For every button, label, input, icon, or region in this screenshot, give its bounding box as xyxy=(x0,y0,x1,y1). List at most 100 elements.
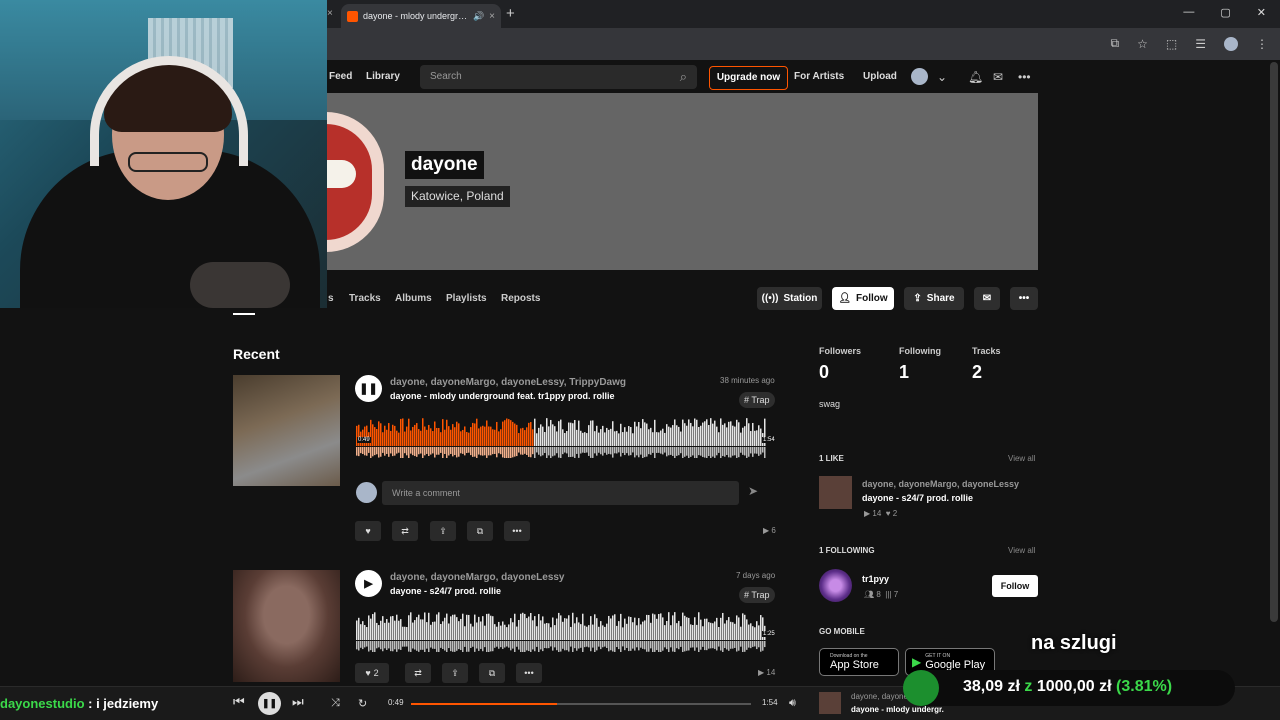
following-avatar[interactable] xyxy=(819,569,852,602)
like-button[interactable]: ♥ 2 xyxy=(355,663,389,683)
waveform-bar xyxy=(400,418,402,446)
track-title[interactable]: dayone - mlody underground feat. tr1ppy … xyxy=(390,391,615,401)
volume-icon[interactable]: 🔊︎ xyxy=(789,697,796,710)
station-button[interactable]: ((•)) Station xyxy=(757,287,822,310)
bookmark-star-icon[interactable]: ☆ xyxy=(1137,37,1148,51)
waveform-reflection xyxy=(432,641,434,649)
track-artists[interactable]: dayone, dayoneMargo, dayoneLessy xyxy=(390,572,565,583)
waveform-bar xyxy=(720,418,722,446)
bell-icon[interactable]: 🔔︎ xyxy=(968,70,983,84)
waveform-reflection xyxy=(494,447,496,454)
mail-icon[interactable]: ✉ xyxy=(993,70,1003,84)
search-icon[interactable]: ⌕ xyxy=(680,69,687,85)
view-all-likes-link[interactable]: View all xyxy=(1008,454,1035,463)
nav-feed[interactable]: Feed xyxy=(329,71,352,82)
app-store-button[interactable]: Download on the App Store xyxy=(819,648,899,676)
previous-tab-close-icon[interactable]: × xyxy=(327,8,333,19)
follow-button[interactable]: 👤︎ Follow xyxy=(832,287,894,310)
nav-for-artists[interactable]: For Artists xyxy=(794,71,844,82)
waveform-reflection xyxy=(508,641,510,648)
profile-more-button[interactable]: ••• xyxy=(1010,287,1038,310)
search-input[interactable]: Search ⌕ xyxy=(420,65,697,89)
stat-value-following[interactable]: 1 xyxy=(899,362,909,383)
waveform-bar xyxy=(742,613,744,640)
share-track-button[interactable]: ⇪ xyxy=(430,521,456,541)
tab-albums[interactable]: Albums xyxy=(395,293,432,304)
tab-all[interactable]: s xyxy=(328,293,334,304)
maximize-button[interactable]: ▢ xyxy=(1220,6,1230,19)
genre-tag[interactable]: # Trap xyxy=(739,392,775,408)
pause-button[interactable]: ❚❚ xyxy=(355,375,382,402)
waveform-reflection xyxy=(552,447,554,457)
stat-value-followers[interactable]: 0 xyxy=(819,362,829,383)
browser-tab[interactable]: dayone - mlody undergrou 🔊 × xyxy=(341,4,501,28)
track-more-button[interactable]: ••• xyxy=(516,663,542,683)
stat-label-following[interactable]: Following xyxy=(899,346,941,356)
like-button[interactable]: ♥ xyxy=(355,521,381,541)
browser-profile-avatar[interactable] xyxy=(1224,36,1238,51)
share-button[interactable]: ⇪ Share xyxy=(904,287,964,310)
new-tab-button[interactable]: + xyxy=(506,5,515,22)
waveform-reflection xyxy=(576,641,578,651)
reading-list-icon[interactable]: ☰ xyxy=(1195,37,1206,51)
follow-user-button[interactable]: Follow xyxy=(992,575,1038,597)
track-title[interactable]: dayone - s24/7 prod. rollie xyxy=(390,586,501,596)
tab-playlists[interactable]: Playlists xyxy=(446,293,487,304)
share-track-button[interactable]: ⇪ xyxy=(442,663,468,683)
page-scrollbar[interactable] xyxy=(1270,62,1278,622)
copy-link-button[interactable]: ⧉ xyxy=(479,663,505,683)
player-pause-button[interactable]: ❚❚ xyxy=(258,692,281,715)
waveform-reflection xyxy=(484,641,486,648)
previous-track-icon[interactable]: ⏮︎ xyxy=(233,694,245,710)
following-name[interactable]: tr1pyy xyxy=(862,574,889,584)
message-button[interactable]: ✉ xyxy=(974,287,1000,310)
play-button[interactable]: ▶ xyxy=(355,570,382,597)
shuffle-icon[interactable]: ⤨ xyxy=(331,697,340,710)
track-artwork[interactable] xyxy=(233,570,340,682)
waveform[interactable] xyxy=(356,418,766,458)
liked-track-title[interactable]: dayone - s24/7 prod. rollie xyxy=(862,493,973,503)
player-progress-bar[interactable] xyxy=(411,703,751,705)
extensions-icon[interactable]: ⬚ xyxy=(1166,37,1177,51)
browser-menu-icon[interactable]: ⋮ xyxy=(1256,37,1268,51)
copy-link-button[interactable]: ⧉ xyxy=(467,521,493,541)
stat-label-tracks[interactable]: Tracks xyxy=(972,346,1001,356)
send-icon[interactable]: ➤ xyxy=(748,484,758,498)
repost-button[interactable]: ⇄ xyxy=(405,663,431,683)
user-avatar[interactable] xyxy=(911,68,928,85)
next-track-icon[interactable]: ⏭︎ xyxy=(292,694,304,710)
liked-track-artwork[interactable] xyxy=(819,476,852,509)
nav-library[interactable]: Library xyxy=(366,71,400,82)
cast-icon[interactable]: ⧉ xyxy=(1111,36,1120,51)
stat-value-tracks[interactable]: 2 xyxy=(972,362,982,383)
track-artwork[interactable] xyxy=(233,375,340,486)
minimize-button[interactable]: — xyxy=(1183,6,1194,19)
stat-label-followers[interactable]: Followers xyxy=(819,346,861,356)
waveform-bar xyxy=(640,624,642,640)
track-artists[interactable]: dayone, dayoneMargo, dayoneLessy, Trippy… xyxy=(390,377,626,388)
nav-upload[interactable]: Upload xyxy=(863,71,897,82)
repeat-icon[interactable]: ↻ xyxy=(358,697,367,710)
now-playing-artwork[interactable] xyxy=(819,692,841,714)
track-more-button[interactable]: ••• xyxy=(504,521,530,541)
now-playing-title[interactable]: dayone - mlody undergr. xyxy=(851,705,944,714)
waveform-reflection xyxy=(516,641,518,647)
more-icon[interactable]: ••• xyxy=(1018,70,1031,84)
liked-track-artists[interactable]: dayone, dayoneMargo, dayoneLessy xyxy=(862,479,1019,489)
waveform-reflection xyxy=(686,447,688,456)
waveform-bar xyxy=(582,613,584,640)
close-window-button[interactable]: ✕ xyxy=(1257,6,1266,19)
repost-button[interactable]: ⇄ xyxy=(392,521,418,541)
comment-input[interactable]: Write a comment xyxy=(382,481,739,505)
view-all-following-link[interactable]: View all xyxy=(1008,546,1035,555)
genre-tag[interactable]: # Trap xyxy=(739,587,775,603)
upgrade-button[interactable]: Upgrade now xyxy=(709,66,788,90)
waveform-bar xyxy=(566,431,568,446)
tab-close-icon[interactable]: × xyxy=(489,11,495,22)
chevron-down-icon[interactable]: ⌄ xyxy=(937,70,947,84)
waveform-bar xyxy=(668,612,670,640)
tab-reposts[interactable]: Reposts xyxy=(501,293,540,304)
waveform-bar xyxy=(560,419,562,446)
waveform[interactable] xyxy=(356,612,766,652)
tab-tracks[interactable]: Tracks xyxy=(349,293,381,304)
